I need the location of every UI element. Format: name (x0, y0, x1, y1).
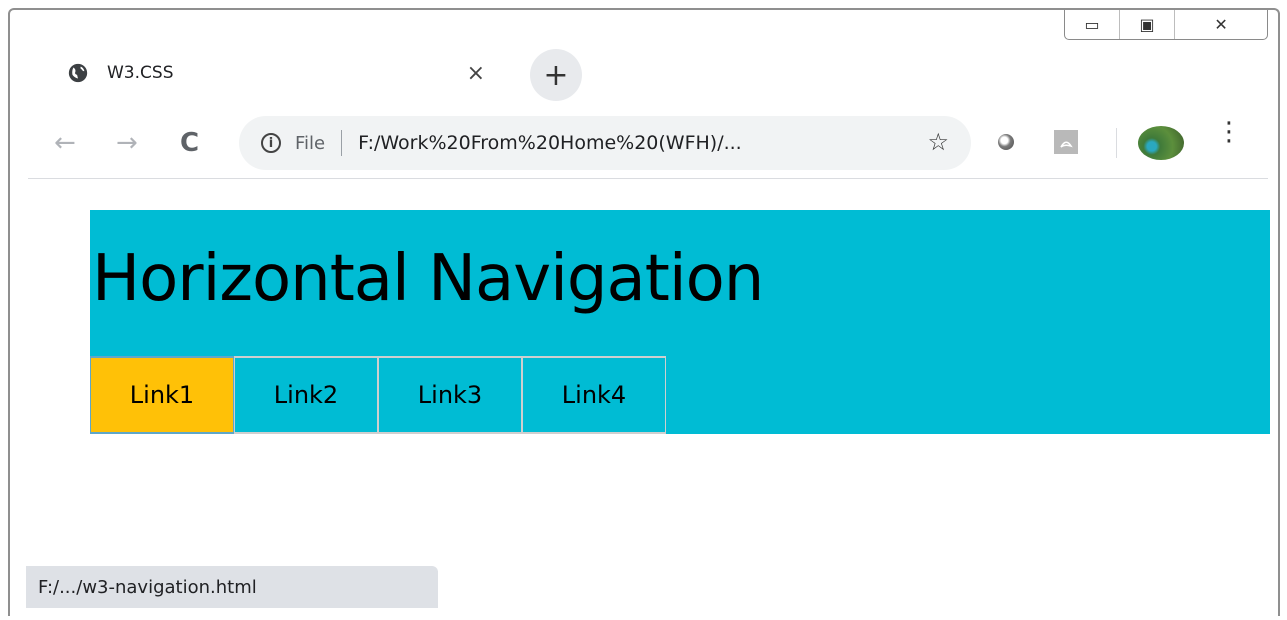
window-controls: ▭ ▣ ✕ (1064, 10, 1268, 40)
toolbar-divider (1116, 128, 1117, 158)
extension-icon[interactable] (998, 134, 1014, 150)
nav-link-3[interactable]: Link3 (378, 356, 522, 434)
nav-link-4[interactable]: Link4 (522, 356, 666, 434)
avatar[interactable] (1138, 126, 1184, 160)
nav-link-2[interactable]: Link2 (234, 356, 378, 434)
back-arrow-icon[interactable]: ← (54, 128, 76, 158)
maximize-icon[interactable]: ▣ (1119, 10, 1174, 39)
window-close-icon[interactable]: ✕ (1174, 10, 1267, 39)
tab-title: W3.CSS (107, 63, 174, 83)
globe-icon (68, 63, 88, 83)
pdf-glyph-icon (1060, 141, 1073, 148)
file-label: File (295, 132, 326, 154)
url-text[interactable]: F:/Work%20From%20Home%20(WFH)/... (358, 132, 742, 154)
close-icon[interactable]: × (467, 61, 485, 86)
page-title: Horizontal Navigation (92, 242, 764, 316)
new-tab-button[interactable]: + (530, 49, 582, 101)
browser-tab[interactable]: W3.CSS × (55, 48, 515, 98)
browser-window: ▭ ▣ ✕ W3.CSS × + ← → C i File F:/Work%20… (8, 8, 1280, 616)
info-icon[interactable]: i (261, 133, 281, 153)
page-header: Horizontal Navigation Link1 Link2 Link3 … (90, 210, 1270, 434)
reload-icon[interactable]: C (180, 128, 199, 158)
forward-arrow-icon[interactable]: → (116, 128, 138, 158)
horizontal-nav-bar: Link1 Link2 Link3 Link4 (90, 356, 666, 434)
nav-link-1[interactable]: Link1 (90, 356, 234, 434)
menu-kebab-icon[interactable]: ⋮ (1216, 119, 1242, 145)
address-separator (341, 130, 343, 156)
star-icon[interactable]: ☆ (927, 128, 949, 156)
pdf-extension-icon[interactable] (1054, 130, 1078, 154)
status-bar: F:/.../w3-navigation.html (26, 566, 438, 608)
minimize-icon[interactable]: ▭ (1065, 10, 1119, 39)
toolbar-bottom-border (28, 178, 1268, 179)
browser-toolbar: ← → C i File F:/Work%20From%20Home%20(WF… (10, 110, 1278, 176)
address-bar[interactable]: i File F:/Work%20From%20Home%20(WFH)/...… (239, 116, 971, 170)
